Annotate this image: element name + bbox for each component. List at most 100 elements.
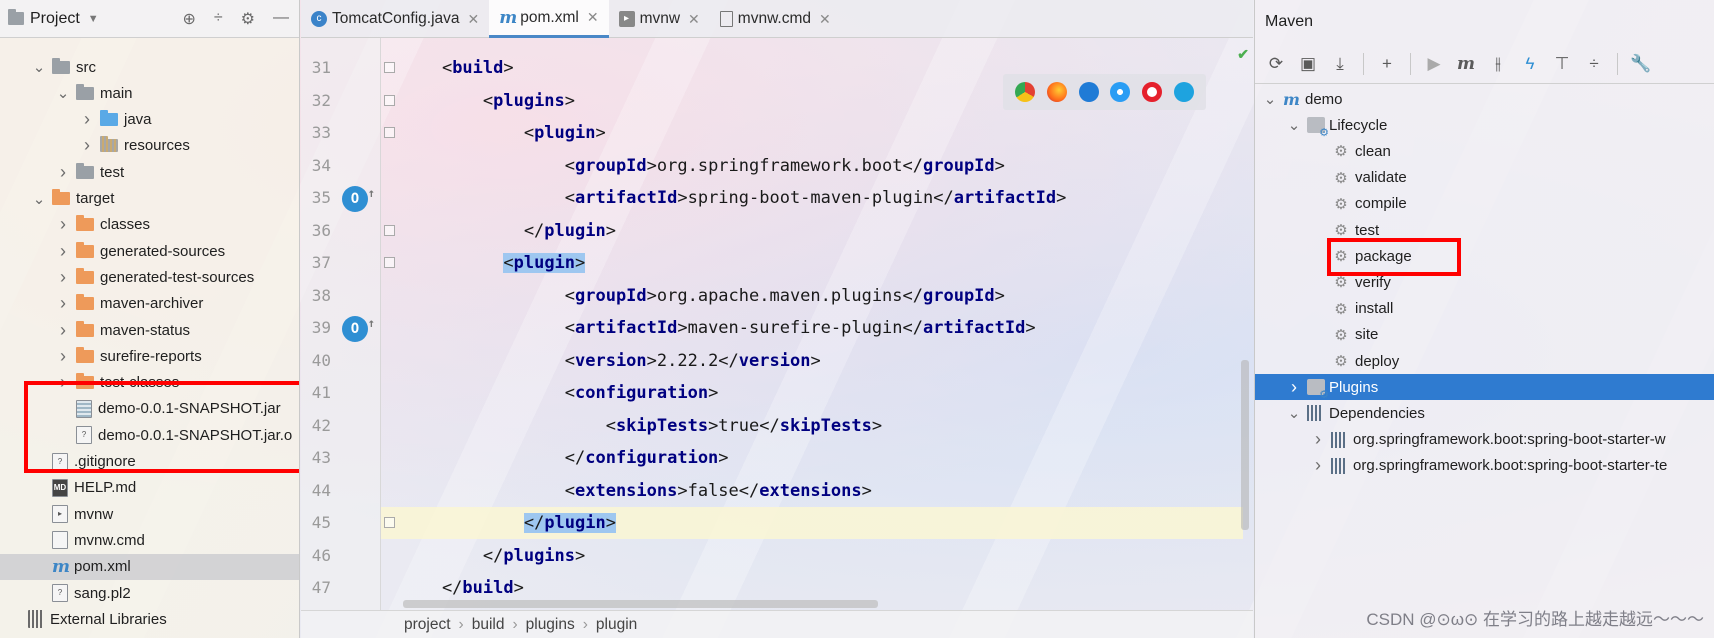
tree-item-classes[interactable]: › classes [0,212,299,238]
tree-item-generated-sources[interactable]: › generated-sources [0,238,299,264]
show-dependencies-icon[interactable]: ⊤ [1549,51,1575,77]
run-icon[interactable]: ▶ [1421,51,1447,77]
maven-goal-package[interactable]: ⚙ package [1255,243,1714,269]
tree-item-help-md[interactable]: MD HELP.md [0,475,299,501]
tree-item-target[interactable]: ⌄ target [0,186,299,212]
safari-icon[interactable] [1110,82,1131,102]
firefox-icon[interactable] [1046,82,1067,102]
maven-project-demo[interactable]: ⌄ m demo [1255,86,1714,112]
tree-item-sang-pl2[interactable]: ? sang.pl2 [0,580,299,606]
chevron-right-icon[interactable]: › [56,214,70,235]
chevron-right-icon[interactable]: › [56,267,70,288]
maven-goal-validate[interactable]: ⚙ validate [1255,165,1714,191]
chevron-down-icon[interactable]: ⌄ [32,58,46,76]
tree-item-surefire-reports[interactable]: › surefire-reports [0,343,299,369]
maven-goal-install[interactable]: ⚙ install [1255,296,1714,322]
project-panel-header: Project ▼ ⊕ ÷ ⚙ — [0,0,299,38]
tree-item-generated-test-sources[interactable]: › generated-test-sources [0,264,299,290]
maven-dependency[interactable]: › org.springframework.boot:spring-boot-st… [1255,453,1714,479]
skip-tests-icon[interactable]: ϟ [1517,51,1543,77]
opera-icon[interactable] [1142,82,1163,102]
add-icon[interactable]: + [1374,51,1400,77]
maven-lifecycle-label: Lifecycle [1329,116,1388,134]
chevron-right-icon[interactable]: › [1311,429,1325,450]
close-icon[interactable]: ✕ [688,11,700,28]
breadcrumb-item[interactable]: build [472,616,505,634]
close-icon[interactable]: ✕ [468,11,480,28]
execute-goal-icon[interactable]: m [1453,51,1479,77]
tab-tomcatconfig-java[interactable]: c TomcatConfig.java ✕ [301,0,489,38]
maven-goal-test[interactable]: ⚙ test [1255,217,1714,243]
chevron-right-icon[interactable]: › [56,293,70,314]
tree-item-resources[interactable]: › resources [0,133,299,159]
fold-marker-icon[interactable] [384,94,395,106]
chevron-right-icon[interactable]: › [56,346,70,367]
fold-marker-icon[interactable] [384,224,395,236]
breadcrumb-item[interactable]: plugin [596,616,637,634]
maven-dependency[interactable]: › org.springframework.boot:spring-boot-st… [1255,427,1714,453]
project-panel-title[interactable]: Project [30,10,80,28]
toggle-offline-icon[interactable]: ⫲ [1485,51,1511,77]
breadcrumb-item[interactable]: project [404,616,451,634]
chevron-right-icon[interactable]: › [1311,455,1325,476]
override-marker-icon[interactable]: O [342,180,375,212]
minimize-icon[interactable]: — [273,9,289,29]
chevron-down-icon[interactable]: ▼ [88,13,99,25]
chevron-right-icon[interactable]: › [1287,377,1301,398]
collapse-all-icon[interactable]: ÷ [1581,51,1607,77]
tree-item-maven-archiver[interactable]: › maven-archiver [0,291,299,317]
download-icon[interactable]: ⤓ [1327,51,1353,77]
tree-item-external-libraries[interactable]: External Libraries [0,606,299,632]
locate-icon[interactable]: ⊕ [182,9,195,29]
ie-icon[interactable] [1174,82,1195,102]
collapse-all-icon[interactable]: ÷ [214,9,223,29]
maven-goal-compile[interactable]: ⚙ compile [1255,191,1714,217]
maven-goal-verify[interactable]: ⚙ verify [1255,269,1714,295]
tab-pom-xml[interactable]: m pom.xml ✕ [489,0,609,38]
maven-goal-deploy[interactable]: ⚙ deploy [1255,348,1714,374]
fold-marker-icon[interactable] [384,127,395,138]
chevron-down-icon[interactable]: ⌄ [32,190,46,208]
close-icon[interactable]: ✕ [819,11,831,28]
chevron-down-icon[interactable]: ⌄ [1263,90,1277,108]
chevron-right-icon[interactable]: › [56,162,70,183]
maven-plugins[interactable]: › Plugins [1255,374,1714,401]
maven-lifecycle[interactable]: ⌄ Lifecycle [1255,112,1714,140]
reload-icon[interactable]: ⟳ [1263,51,1289,77]
tab-mvnw-cmd[interactable]: mvnw.cmd ✕ [710,0,841,38]
maven-goal-site[interactable]: ⚙ site [1255,322,1714,348]
gear-icon[interactable]: ⚙ [241,9,255,29]
tree-item-mvnw[interactable]: ▸ mvnw [0,501,299,527]
wrench-icon[interactable]: 🔧 [1628,51,1654,77]
horizontal-scrollbar[interactable] [403,600,878,608]
chevron-right-icon[interactable]: › [80,109,94,130]
maven-goal-clean[interactable]: ⚙ clean [1255,138,1714,164]
chevron-down-icon[interactable]: ⌄ [56,84,70,102]
chrome-icon[interactable] [1014,82,1035,102]
chevron-right-icon[interactable]: › [56,320,70,341]
chevron-right-icon[interactable]: › [80,135,94,156]
tree-item-maven-status[interactable]: › maven-status [0,317,299,343]
chevron-right-icon[interactable]: › [56,241,70,262]
fold-marker-icon[interactable] [384,257,395,268]
chevron-down-icon[interactable]: ⌄ [1287,116,1301,134]
maven-dependencies[interactable]: ⌄ Dependencies [1255,400,1714,426]
override-marker-icon[interactable]: O [342,310,375,342]
fold-marker-icon[interactable] [384,62,395,73]
gear-icon: ⚙ [1334,353,1348,370]
close-icon[interactable]: ✕ [587,9,599,26]
tab-mvnw[interactable]: ▸ mvnw ✕ [609,0,710,38]
tree-item-java[interactable]: › java [0,107,299,133]
chevron-down-icon[interactable]: ⌄ [1287,404,1301,422]
vertical-scrollbar[interactable] [1241,360,1249,530]
excluded-folder-icon [76,267,94,284]
breadcrumb-item[interactable]: plugins [526,616,575,634]
tree-item-pom-xml[interactable]: m pom.xml [0,553,299,580]
tree-item-mvnw-cmd[interactable]: mvnw.cmd [0,527,299,553]
tree-item-src[interactable]: ⌄ src [0,54,299,80]
generate-sources-icon[interactable]: ▣ [1295,51,1321,77]
fold-marker-icon[interactable] [384,517,395,528]
edge-icon[interactable] [1078,82,1099,102]
tree-item-test[interactable]: › test [0,159,299,185]
tree-item-main[interactable]: ⌄ main [0,80,299,106]
